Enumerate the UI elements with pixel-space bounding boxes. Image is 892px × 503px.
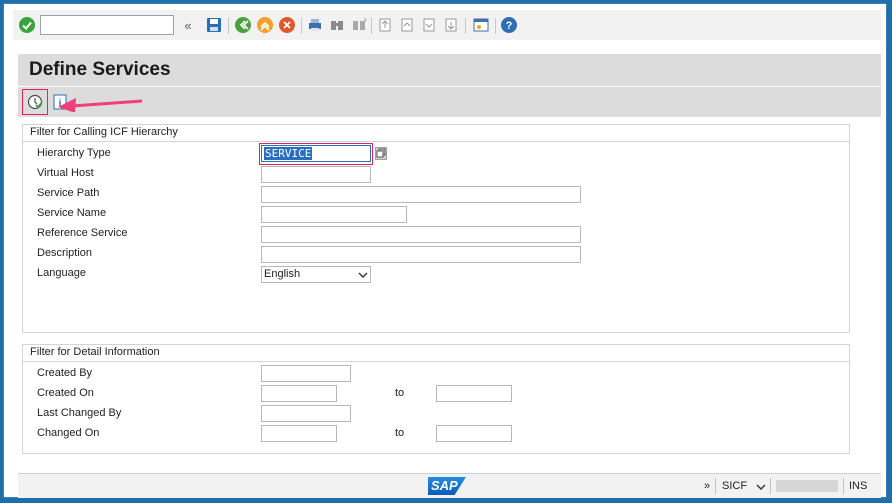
group-title: Filter for Calling ICF Hierarchy — [30, 126, 178, 138]
separator — [495, 18, 496, 34]
reference-service-label: Reference Service — [37, 227, 128, 239]
previous-page-icon[interactable] — [397, 15, 417, 35]
created-on-from-input[interactable] — [261, 385, 337, 402]
reference-service-input[interactable] — [261, 226, 581, 243]
annotation-arrow-icon — [58, 98, 143, 112]
group-title: Filter for Detail Information — [30, 346, 160, 358]
system-toolbar: « ? — [13, 10, 881, 40]
value-help-icon[interactable] — [375, 147, 387, 160]
last-changed-by-label: Last Changed By — [37, 407, 122, 419]
changed-on-to-input[interactable] — [436, 425, 512, 442]
last-page-icon[interactable] — [441, 15, 461, 35]
chevron-down-icon[interactable] — [756, 483, 766, 491]
command-field[interactable] — [40, 15, 174, 35]
changed-on-from-input[interactable] — [261, 425, 337, 442]
transaction-code: SICF — [722, 480, 748, 492]
page-title: Define Services — [29, 59, 171, 80]
separator — [371, 18, 372, 34]
sap-window: « ? Define Services i Filter for Calling… — [3, 3, 887, 498]
changed-on-label: Changed On — [37, 427, 100, 439]
group-header: Filter for Detail Information — [23, 345, 849, 362]
service-name-input[interactable] — [261, 206, 407, 223]
language-label: Language — [37, 267, 86, 279]
language-value: English — [264, 268, 301, 280]
hierarchy-type-input[interactable]: SERVICE — [261, 145, 371, 162]
exit-icon[interactable] — [255, 15, 275, 35]
expand-status-icon[interactable]: » — [704, 480, 710, 492]
group-header: Filter for Calling ICF Hierarchy — [23, 125, 849, 142]
application-toolbar: i — [18, 87, 881, 117]
created-on-to-label: to — [395, 387, 405, 399]
status-bar: SAP » SICF INS — [18, 473, 881, 498]
hierarchy-type-label: Hierarchy Type — [37, 147, 111, 159]
sap-logo-text: SAP — [431, 478, 458, 493]
hierarchy-type-value: SERVICE — [264, 147, 313, 160]
created-on-label: Created On — [37, 387, 94, 399]
changed-on-to-label: to — [395, 427, 405, 439]
description-input[interactable] — [261, 246, 581, 263]
created-on-to-input[interactable] — [436, 385, 512, 402]
last-changed-by-input[interactable] — [261, 405, 351, 422]
virtual-host-label: Virtual Host — [37, 167, 94, 179]
service-name-label: Service Name — [37, 207, 107, 219]
separator — [843, 478, 844, 494]
find-icon[interactable] — [327, 15, 347, 35]
created-by-input[interactable] — [261, 365, 351, 382]
separator — [715, 478, 716, 494]
next-page-icon[interactable] — [419, 15, 439, 35]
separator — [465, 18, 466, 34]
filter-hierarchy-group: Filter for Calling ICF Hierarchy Hierarc… — [22, 124, 850, 333]
execute-button[interactable] — [22, 89, 48, 115]
language-select[interactable]: English — [261, 266, 371, 283]
execute-icon — [27, 94, 43, 110]
server-info-redacted — [776, 480, 838, 492]
check-icon[interactable] — [17, 15, 37, 35]
virtual-host-input[interactable] — [261, 166, 371, 183]
separator — [770, 478, 771, 494]
back-icon[interactable] — [233, 15, 253, 35]
filter-detail-group: Filter for Detail Information Created By… — [22, 344, 850, 454]
first-page-icon[interactable] — [375, 15, 395, 35]
save-icon[interactable] — [204, 15, 224, 35]
separator — [228, 18, 229, 34]
collapse-icon[interactable]: « — [178, 15, 198, 35]
sap-logo: SAP — [428, 477, 466, 495]
svg-text:?: ? — [506, 20, 513, 32]
help-icon[interactable]: ? — [499, 15, 519, 35]
find-next-icon[interactable] — [349, 15, 369, 35]
title-bar: Define Services — [18, 54, 881, 86]
print-icon[interactable] — [305, 15, 325, 35]
input-mode: INS — [849, 480, 868, 492]
created-by-label: Created By — [37, 367, 93, 379]
separator — [301, 18, 302, 34]
service-path-input[interactable] — [261, 186, 581, 203]
new-session-icon[interactable] — [471, 15, 491, 35]
cancel-icon[interactable] — [277, 15, 297, 35]
service-path-label: Service Path — [37, 187, 100, 199]
chevron-down-icon — [358, 272, 368, 278]
description-label: Description — [37, 247, 93, 259]
